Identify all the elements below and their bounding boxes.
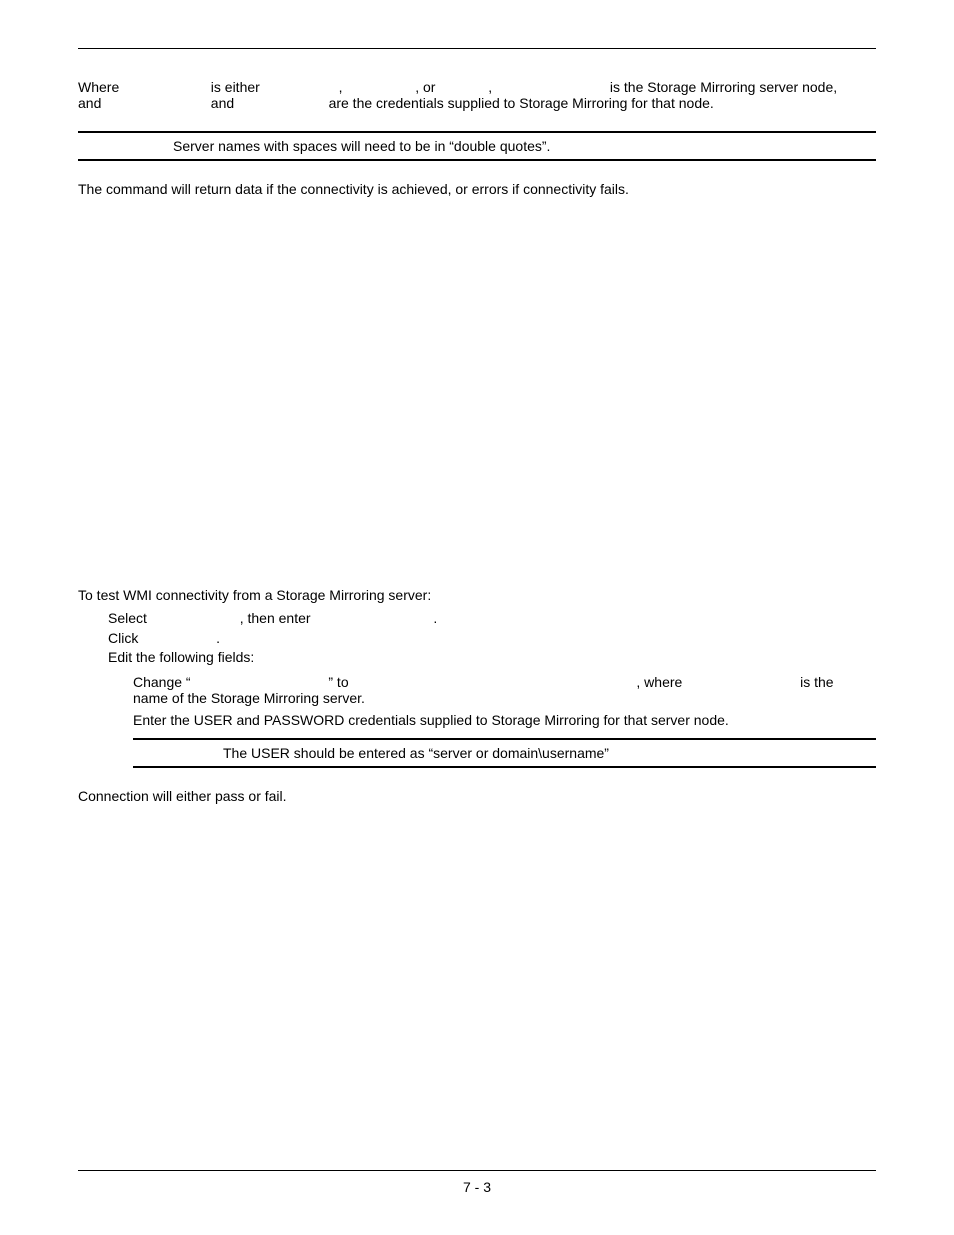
intro-line-1: Where is either , , or , is the Storage …: [78, 79, 876, 95]
top-rule: [78, 48, 876, 49]
para-1: The command will return data if the conn…: [78, 181, 876, 197]
step2-click: Click: [108, 630, 138, 646]
step1-select: Select: [108, 610, 147, 626]
footer: 7 - 3: [78, 1170, 876, 1195]
intro-and-2: and: [211, 95, 241, 111]
page: Where is either , , or , is the Storage …: [0, 0, 954, 1235]
wmi-section: To test WMI connectivity from a Storage …: [78, 587, 876, 804]
sub1-where: , where: [636, 674, 682, 690]
substep-2: Enter the USER and PASSWORD credentials …: [133, 712, 876, 728]
step1-then-enter: , then enter: [240, 610, 311, 626]
intro-tail-1: is the Storage Mirroring server node,: [610, 79, 837, 95]
note1-rule-bottom: [78, 159, 876, 161]
sub1-change: Change “: [133, 674, 191, 690]
substep-list: Change “ ” to , where is the name of the…: [133, 674, 876, 728]
step2-period: .: [216, 630, 220, 646]
intro-is-either: is either: [211, 79, 271, 95]
note1-text: Server names with spaces will need to be…: [78, 133, 876, 159]
note-band-1: Server names with spaces will need to be…: [78, 131, 876, 161]
sub1-to: ” to: [328, 674, 348, 690]
intro-block: Where is either , , or , is the Storage …: [78, 79, 876, 111]
intro-or: , or: [415, 79, 435, 95]
intro-where: Where: [78, 79, 128, 95]
note-band-2: The USER should be entered as “server or…: [133, 738, 876, 768]
wmi-heading: To test WMI connectivity from a Storage …: [78, 587, 876, 603]
page-number: 7 - 3: [78, 1171, 876, 1195]
step-1: Select , then enter .: [108, 609, 876, 629]
substep-1: Change “ ” to , where is the name of the…: [133, 674, 876, 706]
step-3: Edit the following fields:: [108, 648, 876, 668]
intro-line-2: and and are the credentials supplied to …: [78, 95, 876, 111]
intro-tail-2: are the credentials supplied to Storage …: [329, 95, 714, 111]
step-list: Select , then enter . Click . Edit the f…: [108, 609, 876, 668]
intro-and-1: and: [78, 95, 108, 111]
para-2: Connection will either pass or fail.: [78, 788, 876, 804]
sub1-is-the: is the: [800, 674, 833, 690]
intro-comma-2: ,: [488, 79, 492, 95]
sub1-line2: name of the Storage Mirroring server.: [133, 690, 365, 706]
step-2: Click .: [108, 629, 876, 649]
note2-text: The USER should be entered as “server or…: [133, 740, 876, 766]
step1-period: .: [433, 610, 437, 626]
intro-comma-1: ,: [339, 79, 343, 95]
note2-rule-bottom: [133, 766, 876, 768]
